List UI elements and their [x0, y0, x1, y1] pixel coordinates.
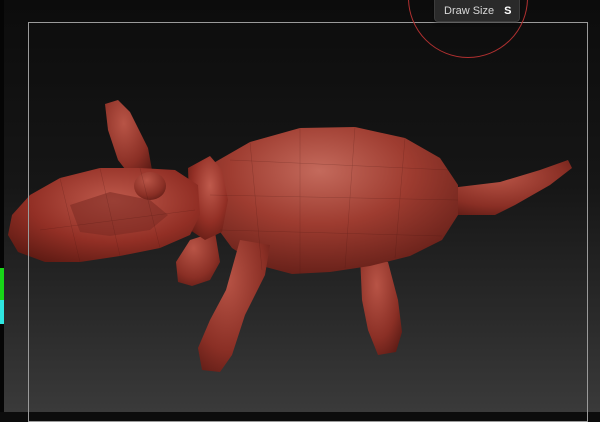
draw-size-tooltip: Draw Size S — [434, 0, 521, 22]
tooltip-shortcut: S — [504, 4, 512, 17]
document-frame — [28, 22, 588, 422]
tooltip-label: Draw Size — [444, 4, 495, 17]
